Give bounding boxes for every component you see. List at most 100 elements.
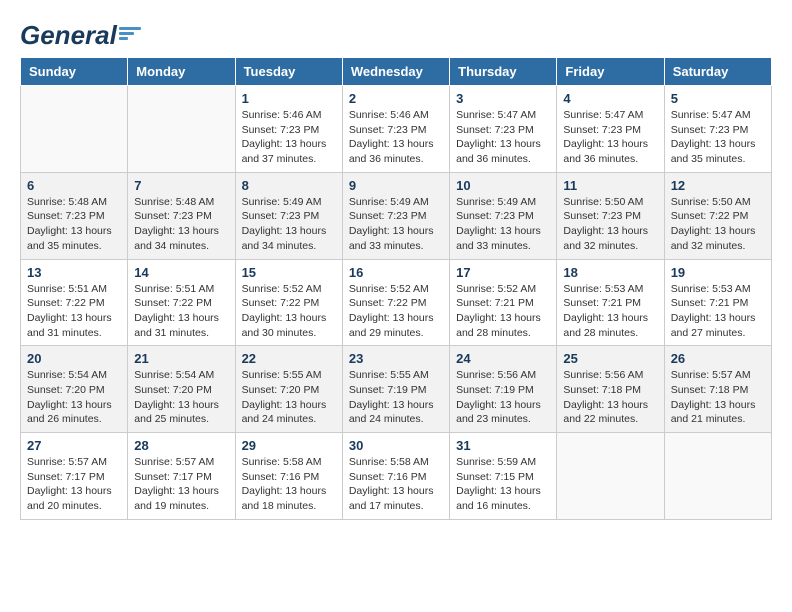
cell-w1-d5: 4 Sunrise: 5:47 AM Sunset: 7:23 PM Daylig… bbox=[557, 86, 664, 173]
day-info: Sunrise: 5:50 AM Sunset: 7:23 PM Dayligh… bbox=[563, 195, 657, 254]
day-number: 22 bbox=[242, 351, 336, 366]
cell-w5-d5 bbox=[557, 433, 664, 520]
day-number: 7 bbox=[134, 178, 228, 193]
cell-w2-d3: 9 Sunrise: 5:49 AM Sunset: 7:23 PM Daylig… bbox=[342, 172, 449, 259]
header-wednesday: Wednesday bbox=[342, 58, 449, 86]
cell-w2-d0: 6 Sunrise: 5:48 AM Sunset: 7:23 PM Daylig… bbox=[21, 172, 128, 259]
day-number: 31 bbox=[456, 438, 550, 453]
cell-w5-d0: 27 Sunrise: 5:57 AM Sunset: 7:17 PM Dayli… bbox=[21, 433, 128, 520]
logo-text: General bbox=[20, 20, 141, 51]
cell-w1-d1 bbox=[128, 86, 235, 173]
cell-w2-d2: 8 Sunrise: 5:49 AM Sunset: 7:23 PM Daylig… bbox=[235, 172, 342, 259]
header-friday: Friday bbox=[557, 58, 664, 86]
header-saturday: Saturday bbox=[664, 58, 771, 86]
cell-w5-d3: 30Sunrise: 5:58 AM Sunset: 7:16 PM Dayli… bbox=[342, 433, 449, 520]
cell-w3-d0: 13 Sunrise: 5:51 AM Sunset: 7:22 PM Dayli… bbox=[21, 259, 128, 346]
calendar-header-row: SundayMondayTuesdayWednesdayThursdayFrid… bbox=[21, 58, 772, 86]
cell-w4-d6: 26Sunrise: 5:57 AM Sunset: 7:18 PM Dayli… bbox=[664, 346, 771, 433]
day-info: Sunrise: 5:50 AM Sunset: 7:22 PM Dayligh… bbox=[671, 195, 765, 254]
day-number: 15 bbox=[242, 265, 336, 280]
cell-w4-d3: 23 Sunrise: 5:55 AM Sunset: 7:19 PM Dayli… bbox=[342, 346, 449, 433]
cell-w1-d4: 3 Sunrise: 5:47 AM Sunset: 7:23 PM Daylig… bbox=[450, 86, 557, 173]
day-number: 6 bbox=[27, 178, 121, 193]
day-info: Sunrise: 5:58 AM Sunset: 7:16 PM Dayligh… bbox=[242, 455, 336, 514]
logo-general-text: General bbox=[20, 20, 117, 51]
cell-w4-d5: 25Sunrise: 5:56 AM Sunset: 7:18 PM Dayli… bbox=[557, 346, 664, 433]
cell-w3-d3: 16Sunrise: 5:52 AM Sunset: 7:22 PM Dayli… bbox=[342, 259, 449, 346]
day-info: Sunrise: 5:46 AM Sunset: 7:23 PM Dayligh… bbox=[349, 108, 443, 167]
day-info: Sunrise: 5:52 AM Sunset: 7:22 PM Dayligh… bbox=[242, 282, 336, 341]
day-info: Sunrise: 5:52 AM Sunset: 7:21 PM Dayligh… bbox=[456, 282, 550, 341]
day-number: 27 bbox=[27, 438, 121, 453]
cell-w3-d1: 14 Sunrise: 5:51 AM Sunset: 7:22 PM Dayli… bbox=[128, 259, 235, 346]
day-info: Sunrise: 5:47 AM Sunset: 7:23 PM Dayligh… bbox=[563, 108, 657, 167]
day-info: Sunrise: 5:47 AM Sunset: 7:23 PM Dayligh… bbox=[456, 108, 550, 167]
cell-w3-d6: 19 Sunrise: 5:53 AM Sunset: 7:21 PM Dayli… bbox=[664, 259, 771, 346]
header-tuesday: Tuesday bbox=[235, 58, 342, 86]
day-info: Sunrise: 5:55 AM Sunset: 7:19 PM Dayligh… bbox=[349, 368, 443, 427]
day-number: 21 bbox=[134, 351, 228, 366]
day-number: 20 bbox=[27, 351, 121, 366]
day-number: 9 bbox=[349, 178, 443, 193]
cell-w1-d6: 5 Sunrise: 5:47 AM Sunset: 7:23 PM Daylig… bbox=[664, 86, 771, 173]
day-info: Sunrise: 5:53 AM Sunset: 7:21 PM Dayligh… bbox=[671, 282, 765, 341]
cell-w2-d6: 12 Sunrise: 5:50 AM Sunset: 7:22 PM Dayli… bbox=[664, 172, 771, 259]
day-info: Sunrise: 5:55 AM Sunset: 7:20 PM Dayligh… bbox=[242, 368, 336, 427]
cell-w4-d4: 24 Sunrise: 5:56 AM Sunset: 7:19 PM Dayli… bbox=[450, 346, 557, 433]
day-info: Sunrise: 5:54 AM Sunset: 7:20 PM Dayligh… bbox=[27, 368, 121, 427]
logo-flag-icon bbox=[119, 27, 141, 40]
cell-w3-d2: 15 Sunrise: 5:52 AM Sunset: 7:22 PM Dayli… bbox=[235, 259, 342, 346]
day-info: Sunrise: 5:49 AM Sunset: 7:23 PM Dayligh… bbox=[349, 195, 443, 254]
day-number: 29 bbox=[242, 438, 336, 453]
day-info: Sunrise: 5:54 AM Sunset: 7:20 PM Dayligh… bbox=[134, 368, 228, 427]
day-number: 13 bbox=[27, 265, 121, 280]
day-number: 24 bbox=[456, 351, 550, 366]
day-info: Sunrise: 5:49 AM Sunset: 7:23 PM Dayligh… bbox=[456, 195, 550, 254]
day-number: 16 bbox=[349, 265, 443, 280]
day-number: 23 bbox=[349, 351, 443, 366]
day-number: 25 bbox=[563, 351, 657, 366]
day-number: 11 bbox=[563, 178, 657, 193]
cell-w5-d2: 29 Sunrise: 5:58 AM Sunset: 7:16 PM Dayli… bbox=[235, 433, 342, 520]
day-number: 17 bbox=[456, 265, 550, 280]
day-number: 19 bbox=[671, 265, 765, 280]
week-row-1: 1 Sunrise: 5:46 AM Sunset: 7:23 PM Daylig… bbox=[21, 86, 772, 173]
cell-w4-d0: 20 Sunrise: 5:54 AM Sunset: 7:20 PM Dayli… bbox=[21, 346, 128, 433]
cell-w5-d6 bbox=[664, 433, 771, 520]
day-info: Sunrise: 5:51 AM Sunset: 7:22 PM Dayligh… bbox=[27, 282, 121, 341]
day-number: 4 bbox=[563, 91, 657, 106]
week-row-5: 27 Sunrise: 5:57 AM Sunset: 7:17 PM Dayli… bbox=[21, 433, 772, 520]
cell-w5-d4: 31Sunrise: 5:59 AM Sunset: 7:15 PM Dayli… bbox=[450, 433, 557, 520]
cell-w3-d5: 18Sunrise: 5:53 AM Sunset: 7:21 PM Dayli… bbox=[557, 259, 664, 346]
day-info: Sunrise: 5:56 AM Sunset: 7:19 PM Dayligh… bbox=[456, 368, 550, 427]
day-number: 1 bbox=[242, 91, 336, 106]
logo: General bbox=[20, 20, 141, 47]
cell-w2-d5: 11 Sunrise: 5:50 AM Sunset: 7:23 PM Dayli… bbox=[557, 172, 664, 259]
header-sunday: Sunday bbox=[21, 58, 128, 86]
day-info: Sunrise: 5:46 AM Sunset: 7:23 PM Dayligh… bbox=[242, 108, 336, 167]
day-number: 2 bbox=[349, 91, 443, 106]
cell-w1-d0 bbox=[21, 86, 128, 173]
day-info: Sunrise: 5:57 AM Sunset: 7:17 PM Dayligh… bbox=[134, 455, 228, 514]
day-info: Sunrise: 5:51 AM Sunset: 7:22 PM Dayligh… bbox=[134, 282, 228, 341]
day-number: 3 bbox=[456, 91, 550, 106]
cell-w1-d2: 1 Sunrise: 5:46 AM Sunset: 7:23 PM Daylig… bbox=[235, 86, 342, 173]
day-number: 10 bbox=[456, 178, 550, 193]
cell-w1-d3: 2 Sunrise: 5:46 AM Sunset: 7:23 PM Daylig… bbox=[342, 86, 449, 173]
cell-w2-d4: 10 Sunrise: 5:49 AM Sunset: 7:23 PM Dayli… bbox=[450, 172, 557, 259]
cell-w4-d1: 21 Sunrise: 5:54 AM Sunset: 7:20 PM Dayli… bbox=[128, 346, 235, 433]
day-info: Sunrise: 5:49 AM Sunset: 7:23 PM Dayligh… bbox=[242, 195, 336, 254]
day-info: Sunrise: 5:47 AM Sunset: 7:23 PM Dayligh… bbox=[671, 108, 765, 167]
header-monday: Monday bbox=[128, 58, 235, 86]
day-number: 12 bbox=[671, 178, 765, 193]
week-row-2: 6 Sunrise: 5:48 AM Sunset: 7:23 PM Daylig… bbox=[21, 172, 772, 259]
cell-w5-d1: 28Sunrise: 5:57 AM Sunset: 7:17 PM Dayli… bbox=[128, 433, 235, 520]
day-info: Sunrise: 5:57 AM Sunset: 7:17 PM Dayligh… bbox=[27, 455, 121, 514]
day-number: 14 bbox=[134, 265, 228, 280]
header-thursday: Thursday bbox=[450, 58, 557, 86]
day-info: Sunrise: 5:48 AM Sunset: 7:23 PM Dayligh… bbox=[27, 195, 121, 254]
day-number: 18 bbox=[563, 265, 657, 280]
day-number: 5 bbox=[671, 91, 765, 106]
day-number: 8 bbox=[242, 178, 336, 193]
day-info: Sunrise: 5:48 AM Sunset: 7:23 PM Dayligh… bbox=[134, 195, 228, 254]
